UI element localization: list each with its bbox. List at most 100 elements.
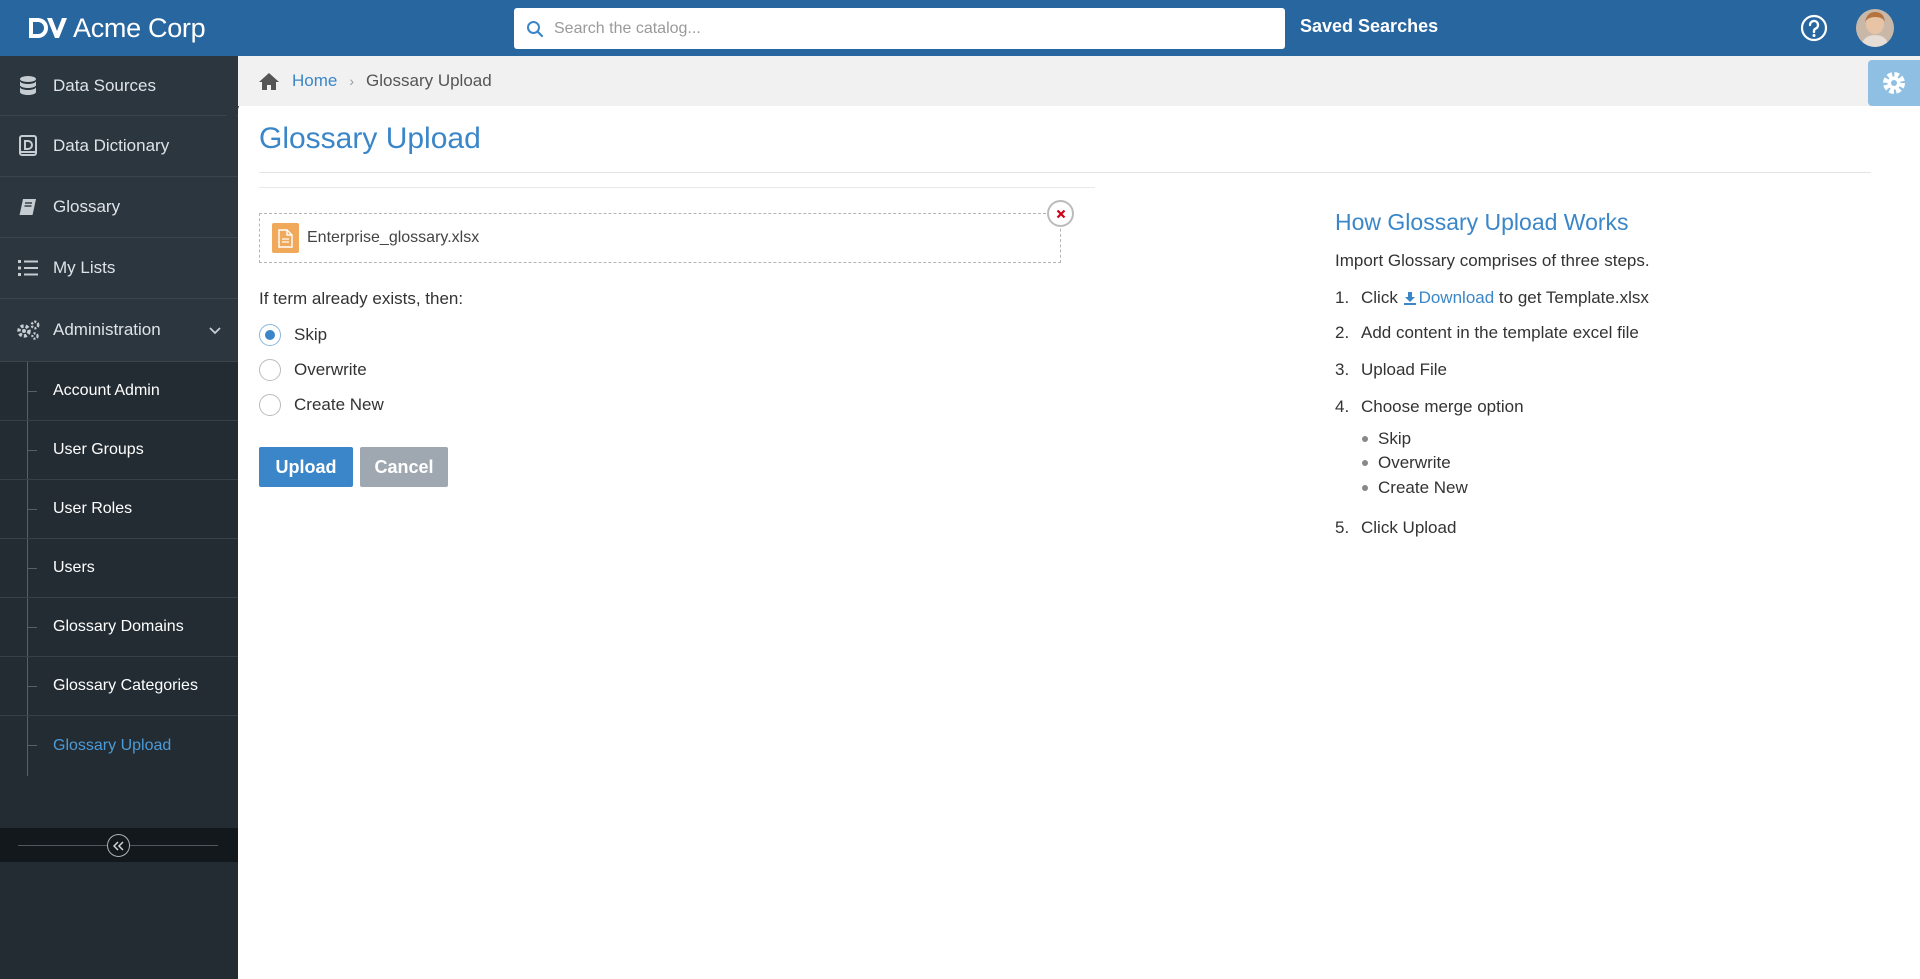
option-create-new[interactable]: Create New: [259, 394, 384, 416]
radio-label: Create New: [294, 395, 384, 414]
sidebar-item-glossary-categories[interactable]: Glossary Categories: [0, 657, 238, 716]
help-step: 2. Add content in the template excel fil…: [1335, 323, 1639, 343]
sidebar-item-glossary-upload[interactable]: Glossary Upload: [0, 716, 238, 775]
step-number: 3.: [1335, 360, 1350, 379]
help-intro: Import Glossary comprises of three steps…: [1335, 251, 1650, 270]
breadcrumb: Home › Glossary Upload: [238, 56, 1920, 106]
saved-searches-link[interactable]: Saved Searches: [1300, 16, 1438, 37]
step-number: 5.: [1335, 518, 1350, 537]
list-icon: [15, 257, 41, 279]
search-box[interactable]: [514, 8, 1285, 49]
form-divider: [259, 187, 1095, 188]
radio-skip[interactable]: [259, 324, 281, 346]
merge-option-item: Create New: [1362, 478, 1468, 498]
sidebar-item-glossary-domains[interactable]: Glossary Domains: [0, 598, 238, 657]
help-step: 4. Choose merge option: [1335, 397, 1524, 417]
brand-logo-icon: [29, 18, 67, 38]
search-icon: [527, 20, 544, 37]
sidebar-item-glossary[interactable]: Glossary: [0, 177, 238, 238]
sidebar-item-label: Data Sources: [53, 75, 156, 95]
sidebar-item-users[interactable]: Users: [0, 539, 238, 598]
database-icon: [15, 75, 41, 97]
step-text: Click: [1361, 288, 1398, 307]
step-text: Add content in the template excel file: [1361, 323, 1639, 342]
radio-create-new[interactable]: [259, 394, 281, 416]
radio-overwrite[interactable]: [259, 359, 281, 381]
breadcrumb-separator: ›: [349, 73, 355, 89]
settings-button[interactable]: [1868, 60, 1920, 106]
brand[interactable]: Acme Corp: [27, 10, 206, 46]
avatar[interactable]: [1856, 9, 1894, 47]
sidebar-item-user-groups[interactable]: User Groups: [0, 421, 238, 480]
help-title: How Glossary Upload Works: [1335, 209, 1629, 235]
sidebar-item-label: Glossary: [53, 197, 121, 216]
collapse-sidebar-button[interactable]: [107, 834, 130, 857]
chevron-down-icon: [209, 327, 221, 335]
option-overwrite[interactable]: Overwrite: [259, 359, 367, 381]
step-text: Upload File: [1361, 360, 1447, 379]
sidebar-item-my-lists[interactable]: My Lists: [0, 238, 238, 299]
step-number: 2.: [1335, 323, 1350, 342]
sidebar-item-label: Administration: [53, 320, 161, 339]
sidebar-item-user-roles[interactable]: User Roles: [0, 480, 238, 539]
administration-submenu: Account Admin User Groups User Roles Use…: [0, 362, 238, 776]
user-avatar-icon: [1856, 9, 1894, 47]
step-number: 4.: [1335, 397, 1350, 416]
sidebar-item-label: Glossary Domains: [53, 618, 184, 635]
search-input[interactable]: [554, 19, 1254, 38]
download-link-label: Download: [1418, 288, 1495, 307]
sidebar-item-label: Glossary Upload: [53, 736, 172, 754]
merge-question: If term already exists, then:: [259, 289, 464, 308]
radio-label: Skip: [294, 325, 328, 344]
dictionary-icon: [15, 135, 41, 157]
option-skip[interactable]: Skip: [259, 324, 327, 346]
cancel-button[interactable]: Cancel: [360, 447, 448, 487]
sidebar-item-label: Users: [53, 559, 95, 576]
file-name: Enterprise_glossary.xlsx: [307, 229, 480, 246]
help-step: 3. Upload File: [1335, 360, 1447, 380]
merge-option-label: Skip: [1378, 429, 1412, 448]
help-icon[interactable]: [1800, 14, 1828, 42]
sidebar-item-label: Glossary Categories: [53, 677, 198, 694]
upload-button[interactable]: Upload: [259, 447, 353, 487]
gears-icon: [15, 319, 41, 341]
download-template-link[interactable]: Download: [1403, 288, 1495, 307]
step-text: Click Upload: [1361, 518, 1457, 537]
sidebar-item-account-admin[interactable]: Account Admin: [0, 362, 238, 421]
sidebar-collapse-bar: [0, 828, 238, 862]
sidebar: Data Sources Data Dictionary Glossary My…: [0, 56, 238, 979]
uploaded-file[interactable]: Enterprise_glossary.xlsx: [259, 213, 1061, 263]
file-icon: [272, 223, 299, 253]
brand-name: Acme Corp: [73, 12, 206, 43]
sidebar-item-label: Data Dictionary: [53, 136, 170, 155]
sidebar-item-data-dictionary[interactable]: Data Dictionary: [0, 116, 238, 177]
help-step: 1. Click Download to get Template.xlsx: [1335, 288, 1649, 308]
sidebar-item-label: User Groups: [53, 441, 144, 458]
page-title: Glossary Upload: [259, 122, 481, 155]
merge-option-label: Overwrite: [1378, 453, 1451, 472]
book-icon: [15, 196, 41, 218]
double-chevron-left-icon: [112, 840, 124, 851]
sidebar-item-label: My Lists: [53, 258, 116, 277]
breadcrumb-current: Glossary Upload: [366, 71, 492, 90]
breadcrumb-home-link[interactable]: Home: [292, 71, 337, 91]
merge-option-item: Overwrite: [1362, 453, 1451, 473]
sidebar-item-label: Account Admin: [53, 382, 160, 399]
title-divider: [259, 172, 1871, 173]
step-text: Choose merge option: [1361, 397, 1524, 416]
gear-icon: [1883, 72, 1905, 94]
radio-label: Overwrite: [294, 360, 367, 379]
step-number: 1.: [1335, 288, 1350, 307]
merge-option-label: Create New: [1378, 478, 1468, 497]
sidebar-item-administration[interactable]: Administration: [0, 299, 238, 362]
sidebar-item-label: User Roles: [53, 500, 133, 517]
close-icon: [1056, 209, 1065, 218]
download-icon: [1403, 292, 1416, 305]
remove-file-button[interactable]: [1047, 200, 1074, 227]
step-text: to get Template.xlsx: [1498, 288, 1649, 307]
home-icon[interactable]: [258, 71, 280, 91]
sidebar-item-data-sources[interactable]: Data Sources: [0, 56, 238, 116]
top-bar: Acme Corp Saved Searches: [0, 0, 1920, 56]
merge-option-item: Skip: [1362, 429, 1411, 449]
help-step: 5. Click Upload: [1335, 518, 1456, 538]
